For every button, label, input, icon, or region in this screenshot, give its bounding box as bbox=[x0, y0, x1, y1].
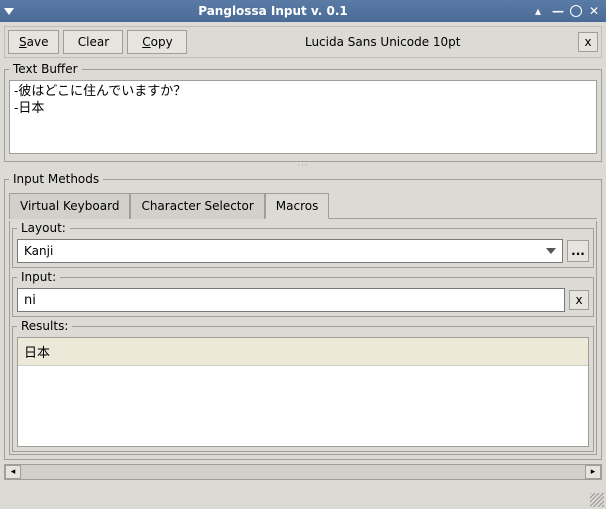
tab-bar: Virtual Keyboard Character Selector Macr… bbox=[9, 192, 597, 219]
toolbar: Save Clear Copy Lucida Sans Unicode 10pt… bbox=[4, 26, 602, 58]
window-title: Panglossa Input v. 0.1 bbox=[20, 4, 526, 18]
clear-input-button[interactable]: x bbox=[569, 290, 589, 310]
copy-button[interactable]: Copy bbox=[127, 30, 187, 54]
scrollbar-track[interactable] bbox=[21, 465, 585, 479]
close-window-button[interactable]: ✕ bbox=[586, 3, 602, 19]
tab-virtual-keyboard[interactable]: Virtual Keyboard bbox=[9, 193, 130, 219]
input-methods-group: Input Methods Virtual Keyboard Character… bbox=[4, 172, 602, 460]
toolbar-close-button[interactable]: x bbox=[578, 32, 598, 52]
text-buffer-legend: Text Buffer bbox=[9, 62, 82, 76]
window-aux-icon[interactable]: ▴ bbox=[530, 3, 546, 19]
clear-button[interactable]: Clear bbox=[63, 30, 123, 54]
input-group: Input: x bbox=[12, 270, 594, 317]
tab-macros[interactable]: Macros bbox=[265, 193, 330, 219]
minimize-button[interactable]: — bbox=[550, 3, 566, 19]
layout-combobox[interactable]: Kanji bbox=[17, 239, 563, 263]
app-menu-icon[interactable] bbox=[4, 8, 14, 15]
text-buffer-group: Text Buffer bbox=[4, 62, 602, 162]
scroll-left-button[interactable]: ◂ bbox=[5, 465, 21, 479]
list-item[interactable]: 日本 bbox=[18, 338, 588, 366]
text-buffer[interactable] bbox=[9, 80, 597, 154]
chevron-down-icon bbox=[546, 248, 556, 254]
layout-browse-button[interactable]: ... bbox=[567, 240, 589, 262]
maximize-button[interactable] bbox=[570, 5, 582, 17]
results-list[interactable]: 日本 bbox=[17, 337, 589, 447]
font-label: Lucida Sans Unicode 10pt bbox=[191, 35, 574, 49]
input-legend: Input: bbox=[17, 270, 60, 284]
layout-label: Layout: bbox=[17, 221, 70, 235]
layout-group: Layout: Kanji ... bbox=[12, 221, 594, 268]
tab-panel-macros: Layout: Kanji ... Input: x Results: bbox=[9, 221, 597, 455]
window-titlebar: Panglossa Input v. 0.1 ▴ — ✕ bbox=[0, 0, 606, 22]
scroll-right-button[interactable]: ▸ bbox=[585, 465, 601, 479]
horizontal-scrollbar[interactable]: ◂ ▸ bbox=[4, 464, 602, 480]
results-legend: Results: bbox=[17, 319, 72, 333]
macro-input[interactable] bbox=[17, 288, 565, 312]
tab-character-selector[interactable]: Character Selector bbox=[130, 193, 264, 219]
splitter-handle[interactable]: ··· bbox=[4, 162, 602, 168]
save-button[interactable]: Save bbox=[8, 30, 59, 54]
results-group: Results: 日本 bbox=[12, 319, 594, 452]
layout-value: Kanji bbox=[24, 244, 546, 258]
resize-grip-icon[interactable] bbox=[590, 493, 604, 507]
input-methods-legend: Input Methods bbox=[9, 172, 103, 186]
